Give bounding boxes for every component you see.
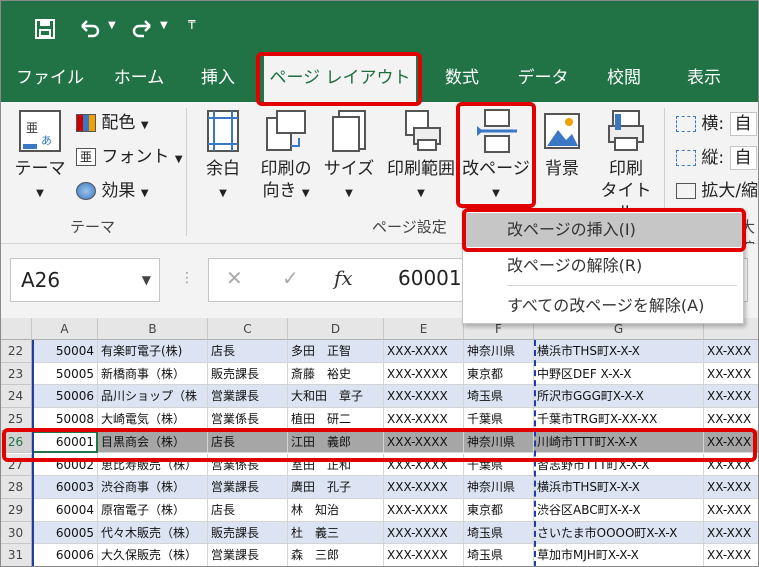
- screenshot-frame: [0, 0, 759, 567]
